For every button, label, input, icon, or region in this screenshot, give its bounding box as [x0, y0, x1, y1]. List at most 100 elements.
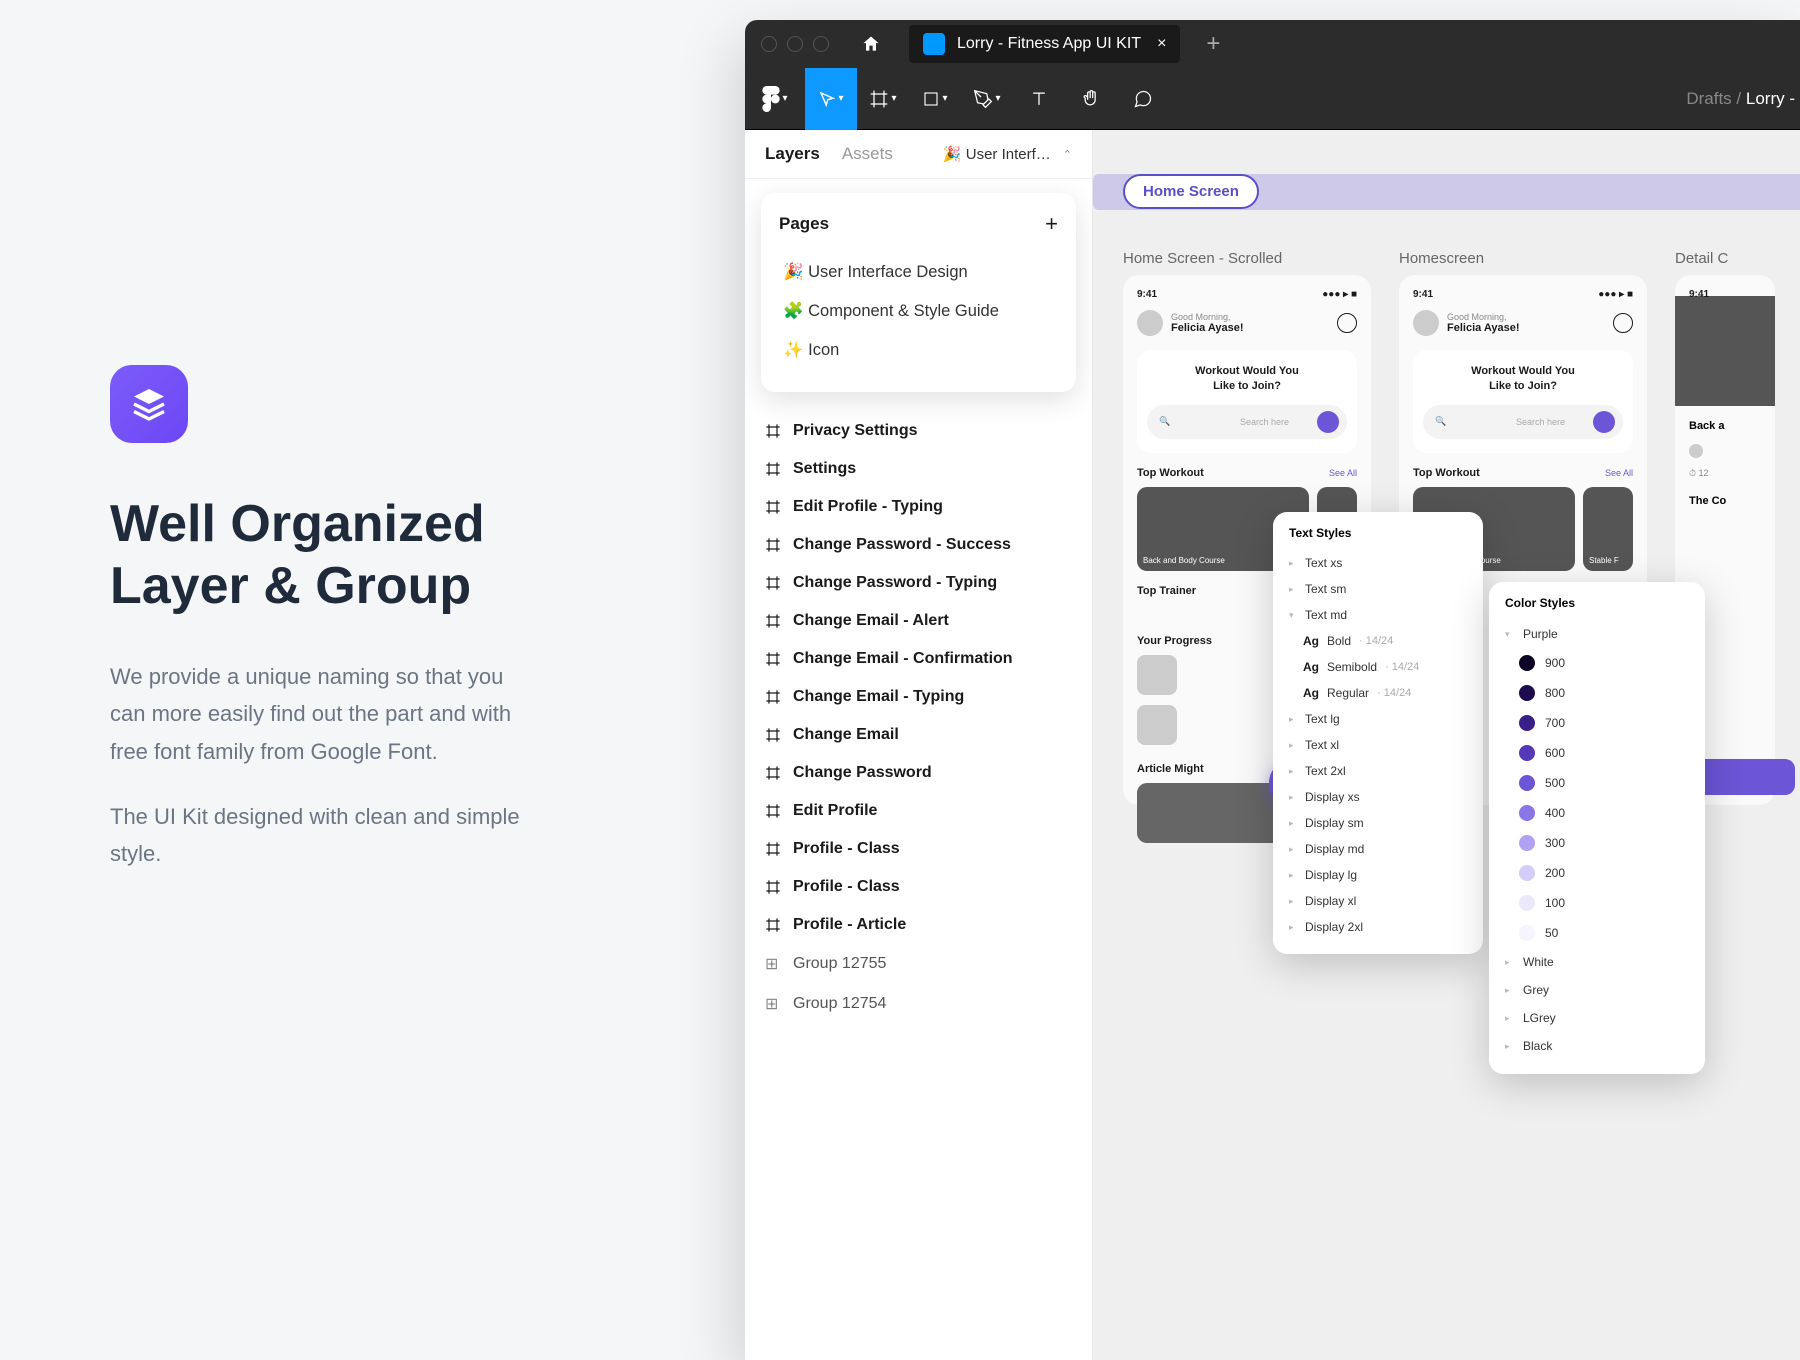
- home-button[interactable]: [851, 24, 891, 64]
- text-style-group[interactable]: ▸Text 2xl: [1289, 758, 1467, 784]
- text-tool[interactable]: [1013, 68, 1065, 130]
- text-style-item[interactable]: AgRegular· 14/24: [1289, 680, 1467, 706]
- layer-frame[interactable]: Change Password - Success: [755, 526, 1082, 564]
- text-style-group[interactable]: ▸Text xs: [1289, 550, 1467, 576]
- bell-icon: [1613, 313, 1633, 333]
- text-style-group[interactable]: ▸Display xl: [1289, 888, 1467, 914]
- layer-frame[interactable]: Settings: [755, 450, 1082, 488]
- layer-group[interactable]: ⊞Group 12755: [755, 944, 1082, 984]
- breadcrumb[interactable]: Drafts / Lorry -: [1686, 89, 1800, 109]
- page-item[interactable]: 🧩 Component & Style Guide: [779, 292, 1058, 331]
- layer-frame[interactable]: Profile - Class: [755, 868, 1082, 906]
- shape-tool[interactable]: ▾: [909, 68, 961, 130]
- color-swatch-row[interactable]: 300: [1505, 828, 1689, 858]
- page-selector[interactable]: 🎉 User Interf…⌃: [943, 145, 1072, 163]
- traffic-lights[interactable]: [761, 36, 829, 52]
- artboard-title[interactable]: Detail C: [1675, 250, 1775, 267]
- color-styles-title: Color Styles: [1505, 596, 1689, 610]
- layer-frame[interactable]: Profile - Article: [755, 906, 1082, 944]
- text-style-group[interactable]: ▸Text sm: [1289, 576, 1467, 602]
- color-group-purple[interactable]: ▾Purple: [1505, 620, 1689, 648]
- file-tab[interactable]: Lorry - Fitness App UI KIT ×: [909, 25, 1180, 63]
- artboard-title[interactable]: Home Screen - Scrolled: [1123, 250, 1371, 267]
- move-tool[interactable]: ▾: [805, 68, 857, 130]
- layer-frame[interactable]: Edit Profile - Typing: [755, 488, 1082, 526]
- panel-tabs: Layers Assets 🎉 User Interf…⌃: [745, 130, 1092, 179]
- figma-menu[interactable]: ▾: [745, 68, 805, 130]
- sketch-file-icon: [923, 33, 945, 55]
- layer-frame[interactable]: Profile - Class: [755, 830, 1082, 868]
- layer-frame[interactable]: Change Email - Confirmation: [755, 640, 1082, 678]
- layer-frame[interactable]: Change Email - Typing: [755, 678, 1082, 716]
- figma-window: Lorry - Fitness App UI KIT × + ▾ ▾ ▾ ▾ ▾: [745, 20, 1800, 1360]
- layer-frame[interactable]: Change Email - Alert: [755, 602, 1082, 640]
- layers-app-icon: [110, 365, 188, 443]
- pages-dropdown: Pages + 🎉 User Interface Design 🧩 Compon…: [761, 193, 1076, 392]
- text-style-group[interactable]: ▸Text xl: [1289, 732, 1467, 758]
- color-swatch-row[interactable]: 50: [1505, 918, 1689, 948]
- canvas[interactable]: Home Screen Home Screen - Scrolled 9:41●…: [1093, 130, 1800, 1360]
- text-style-item[interactable]: AgSemibold· 14/24: [1289, 654, 1467, 680]
- artboard-title[interactable]: Homescreen: [1399, 250, 1647, 267]
- file-tab-name: Lorry - Fitness App UI KIT: [957, 35, 1141, 53]
- window-titlebar: Lorry - Fitness App UI KIT × +: [745, 20, 1800, 68]
- page-item[interactable]: ✨ Icon: [779, 331, 1058, 370]
- text-style-group[interactable]: ▸Display lg: [1289, 862, 1467, 888]
- color-swatch-row[interactable]: 700: [1505, 708, 1689, 738]
- text-style-group[interactable]: ▸Text lg: [1289, 706, 1467, 732]
- left-panel: Layers Assets 🎉 User Interf…⌃ Pages + 🎉 …: [745, 130, 1093, 1360]
- pages-title: Pages: [779, 214, 829, 234]
- color-swatch-row[interactable]: 800: [1505, 678, 1689, 708]
- color-swatch-row[interactable]: 500: [1505, 768, 1689, 798]
- promo-paragraph-1: We provide a unique naming so that you c…: [110, 658, 530, 770]
- color-swatch-row[interactable]: 400: [1505, 798, 1689, 828]
- layer-frame[interactable]: Change Email: [755, 716, 1082, 754]
- layer-list: Privacy SettingsSettingsEdit Profile - T…: [745, 412, 1092, 1024]
- layer-group[interactable]: ⊞Group 12754: [755, 984, 1082, 1024]
- color-swatch-row[interactable]: 100: [1505, 888, 1689, 918]
- bell-icon: [1337, 313, 1357, 333]
- text-style-group[interactable]: ▸Display sm: [1289, 810, 1467, 836]
- close-window-icon[interactable]: [761, 36, 777, 52]
- text-style-group[interactable]: ▸Display md: [1289, 836, 1467, 862]
- new-tab-button[interactable]: +: [1206, 30, 1220, 58]
- color-group[interactable]: ▸LGrey: [1505, 1004, 1689, 1032]
- page-item[interactable]: 🎉 User Interface Design: [779, 253, 1058, 292]
- layer-frame[interactable]: Change Password: [755, 754, 1082, 792]
- tab-assets[interactable]: Assets: [842, 144, 893, 164]
- layer-frame[interactable]: Change Password - Typing: [755, 564, 1082, 602]
- filter-icon: [1593, 411, 1615, 433]
- color-group[interactable]: ▸Grey: [1505, 976, 1689, 1004]
- text-style-group[interactable]: ▾Text md: [1289, 602, 1467, 628]
- text-styles-title: Text Styles: [1289, 526, 1467, 540]
- color-swatch-row[interactable]: 600: [1505, 738, 1689, 768]
- avatar: [1413, 310, 1439, 336]
- layer-frame[interactable]: Privacy Settings: [755, 412, 1082, 450]
- frame-tool[interactable]: ▾: [857, 68, 909, 130]
- avatar: [1137, 310, 1163, 336]
- text-styles-panel[interactable]: Text Styles ▸Text xs▸Text sm▾Text mdAgBo…: [1273, 512, 1483, 954]
- add-page-button[interactable]: +: [1045, 211, 1058, 237]
- comment-tool[interactable]: [1117, 68, 1169, 130]
- filter-icon: [1317, 411, 1339, 433]
- minimize-window-icon[interactable]: [787, 36, 803, 52]
- frame-label-pill[interactable]: Home Screen: [1123, 174, 1259, 209]
- close-tab-icon[interactable]: ×: [1157, 35, 1166, 53]
- text-style-group[interactable]: ▸Display xs: [1289, 784, 1467, 810]
- layer-frame[interactable]: Edit Profile: [755, 792, 1082, 830]
- tab-layers[interactable]: Layers: [765, 144, 820, 164]
- color-group[interactable]: ▸Black: [1505, 1032, 1689, 1060]
- color-swatch-row[interactable]: 200: [1505, 858, 1689, 888]
- color-swatch-row[interactable]: 900: [1505, 648, 1689, 678]
- hand-tool[interactable]: [1065, 68, 1117, 130]
- promo-block: Well OrganizedLayer & Group We provide a…: [110, 365, 530, 901]
- promo-paragraph-2: The UI Kit designed with clean and simpl…: [110, 798, 530, 873]
- promo-title: Well OrganizedLayer & Group: [110, 493, 530, 618]
- pen-tool[interactable]: ▾: [961, 68, 1013, 130]
- color-styles-panel[interactable]: Color Styles ▾Purple 9008007006005004003…: [1489, 582, 1705, 1074]
- text-style-group[interactable]: ▸Display 2xl: [1289, 914, 1467, 940]
- maximize-window-icon[interactable]: [813, 36, 829, 52]
- color-group[interactable]: ▸White: [1505, 948, 1689, 976]
- toolbar: ▾ ▾ ▾ ▾ ▾ Drafts / Lorry -: [745, 68, 1800, 130]
- text-style-item[interactable]: AgBold· 14/24: [1289, 628, 1467, 654]
